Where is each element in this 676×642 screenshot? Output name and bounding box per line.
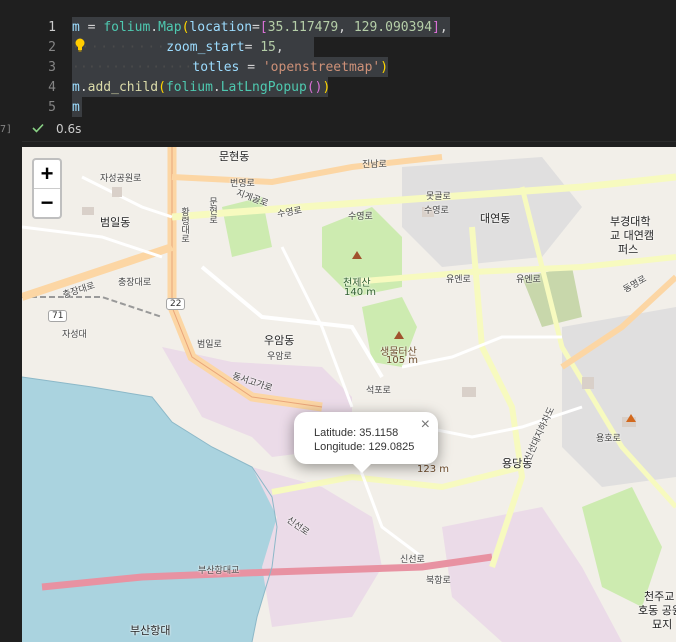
token: LatLngPopup [220,80,307,95]
map-label: 123 m [417,464,450,475]
map-label: 범일동 [100,216,131,229]
line-number: 2 [48,40,56,55]
map-label: 유엔로 [516,275,541,285]
map-view[interactable]: 문현동 범일동 자성공원로 충장대로 충장대로 범일로 우암동 우암로 대연동 … [22,147,676,642]
zoom-control: + − [32,158,62,219]
map-label: 황령대로 [179,207,189,243]
token: = [79,20,104,35]
token: = [239,60,263,75]
map-label: 범일로 [197,340,222,350]
line-number: 3 [48,60,56,75]
token: ) [322,80,331,95]
map-label: 문현로 [207,197,217,224]
map-label: 유엔로 [446,275,471,285]
token: 129.090394 [353,20,433,35]
popup-latitude: Latitude: 35.1158 [314,427,399,439]
token: ( [158,80,166,95]
token: location [189,20,253,35]
token: 35.117479 [267,20,339,35]
map-label: 퍼스 [618,243,639,256]
token: m [72,100,80,115]
token: 15 [260,40,276,55]
token: . [212,80,221,95]
token: ) [380,60,389,75]
map-label: 자성공원로 [100,174,142,184]
map-label: 부산항대 [130,624,171,637]
zoom-in-button[interactable]: + [34,160,60,189]
line-number: 5 [48,100,56,115]
token: add_child [87,80,159,95]
line-number: 1 [48,20,56,35]
code-line-5[interactable]: m [72,100,80,115]
divider [22,141,676,142]
token: m [72,20,80,35]
token: zoom_start [166,40,245,55]
token: m [72,80,80,95]
check-icon [32,123,44,133]
latlng-popup: × Latitude: 35.1158 Longitude: 129.0825 [294,412,438,464]
map-label: 못골로 [426,192,451,202]
token: folium [103,20,151,35]
map-label: 석포로 [366,386,391,396]
token: totles [192,60,240,75]
map-label: 문현동 [219,150,250,163]
map-label: 105 m [386,355,419,366]
zoom-out-button[interactable]: − [34,189,60,217]
token: , [338,20,354,35]
token: Map [158,20,182,35]
execution-count: 7] [0,124,13,135]
map-label: 자성대 [62,330,87,340]
map-label: 우암로 [267,352,292,362]
map-label: 북항로 [426,576,451,586]
token: , [275,40,284,55]
map-label: 부산항대교 [198,566,240,576]
map-label: 용호로 [596,434,621,444]
code-line-4[interactable]: m.add_child(folium.LatLngPopup()) [72,80,330,95]
close-icon[interactable]: × [421,416,430,434]
map-label: 140 m [344,287,377,298]
whitespace-dots: ·········· [72,40,167,55]
token: . [79,80,88,95]
token: = [252,20,260,35]
code-line-2[interactable]: ··········zoom_start= 15, [72,40,284,55]
map-label: 번영로 [230,179,255,189]
line-number: 4 [48,80,56,95]
whitespace-dots: ··············· [72,60,193,75]
map-label: 충장대로 [118,278,152,288]
popup-longitude: Longitude: 129.0825 [314,441,415,453]
code-editor[interactable]: 1 2 3 4 5 m = folium.Map(location=[35.11… [0,0,676,120]
route-shield: 71 [48,310,68,322]
token: [ [259,20,268,35]
popup-tip [352,463,372,473]
map-label: 우암동 [264,334,295,347]
map-label: 수영로 [424,206,449,216]
map-label: 대연동 [480,212,511,225]
map-label: 신선로 [400,555,425,565]
code-line-1[interactable]: m = folium.Map(location=[35.117479, 129.… [72,20,448,35]
code-line-3[interactable]: ···············totles = 'openstreetmap') [72,60,388,75]
token: ] [432,20,440,35]
route-shield: 22 [166,298,186,310]
map-label: 수영로 [348,212,373,222]
token: . [150,20,159,35]
token: = [244,40,261,55]
map-label: 묘지 [652,618,673,631]
token: 'openstreetmap' [262,60,381,75]
token: () [306,80,323,95]
execution-time: 0.6s [56,122,82,136]
token: folium [165,80,213,95]
map-label: 진남로 [362,160,387,170]
token: , [439,20,448,35]
